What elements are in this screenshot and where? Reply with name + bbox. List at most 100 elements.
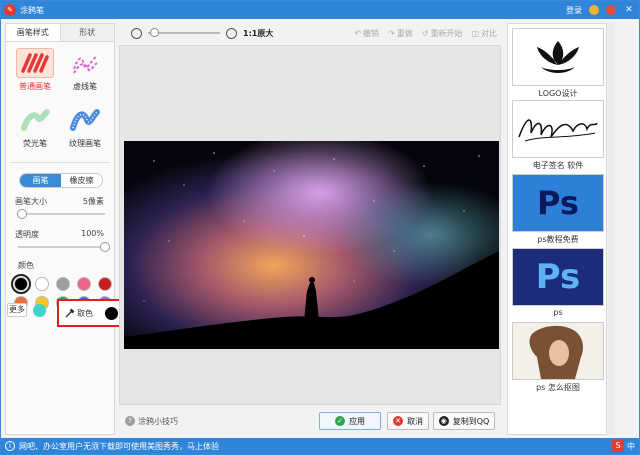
tips-link[interactable]: ? 涂鸦小技巧	[125, 416, 178, 427]
restart-label: 重新开始	[430, 28, 463, 38]
apply-label: 应用	[349, 416, 365, 426]
divider	[10, 162, 110, 163]
mode-toggle: 画笔 橡皮擦	[19, 173, 103, 188]
brush-size-row: 画笔大小 5像素	[15, 196, 104, 207]
signature-image	[512, 100, 604, 158]
status-message[interactable]: 网吧、办公室用户无须下载即可使用美图秀秀，马上体验	[19, 441, 219, 452]
portrait-image	[512, 322, 604, 380]
opacity-value: 100%	[81, 229, 104, 238]
tab-shape[interactable]: 形状	[60, 24, 114, 41]
compare-button[interactable]: ◫ 对比	[471, 28, 497, 39]
login-link[interactable]: 登录	[566, 5, 582, 16]
redo-label: 重做	[396, 28, 413, 38]
restart-button[interactable]: ↺ 重新开始	[422, 28, 463, 39]
status-bar: i 网吧、办公室用户无须下载即可使用美图秀秀，马上体验 S 中	[1, 438, 639, 454]
sogou-icon: S	[612, 440, 624, 452]
ime-mode-label: 中	[627, 441, 635, 451]
ad-card[interactable]: Ps ps教程免费	[512, 174, 604, 245]
ad-caption: ps	[553, 308, 563, 317]
brush-texture[interactable]: 纹理画笔	[62, 105, 108, 158]
ad-card[interactable]: Ps ps	[512, 248, 604, 317]
tab-brush-style[interactable]: 画笔样式	[6, 24, 61, 41]
galaxy-photo[interactable]	[124, 141, 499, 349]
color-swatch[interactable]	[11, 274, 31, 294]
ad-card[interactable]: LOGO设计	[512, 28, 604, 99]
zoom-in-icon[interactable]	[226, 27, 237, 39]
opacity-label: 透明度	[15, 230, 39, 239]
color-swatch[interactable]	[77, 277, 91, 291]
brush-size-slider[interactable]	[17, 209, 105, 219]
check-icon: ✓	[335, 416, 345, 426]
cancel-label: 取消	[407, 416, 423, 426]
custom-color-swatch[interactable]	[33, 303, 46, 317]
zoom-out-icon[interactable]	[131, 27, 142, 39]
ime-indicator[interactable]: S 中	[612, 440, 635, 452]
ad-caption: ps 怎么抠图	[536, 383, 580, 392]
undo-icon: ↶	[354, 28, 362, 38]
color-swatch[interactable]	[35, 277, 49, 291]
texture-brush-icon	[66, 105, 104, 135]
help-icon: ?	[125, 416, 135, 426]
color-picker-box[interactable]: 取色	[57, 299, 123, 327]
brush-label: 荧光笔	[23, 139, 47, 148]
color-section-title: 颜色	[18, 261, 34, 270]
opacity-slider[interactable]	[18, 242, 110, 252]
highlighter-brush-icon	[16, 105, 54, 135]
compare-icon: ◫	[471, 28, 479, 38]
copy-to-qq-button[interactable]: ◉ 复制到QQ	[433, 412, 495, 430]
ad-card[interactable]: 电子签名 软件	[512, 100, 604, 171]
mode-eraser[interactable]: 橡皮擦	[61, 174, 102, 187]
undo-button[interactable]: ↶ 撤销	[354, 28, 379, 39]
panel-tabs: 画笔样式 形状	[6, 24, 114, 42]
redo-button[interactable]: ↷ 重做	[388, 28, 413, 39]
editor-footer: ? 涂鸦小技巧 ✓ 应用 ✕ 取消 ◉ 复制到QQ	[119, 407, 501, 435]
brush-dashed[interactable]: 虚线笔	[62, 48, 108, 101]
title-bar: ✎ 涂鸦笔 登录 ✕	[1, 1, 639, 19]
color-swatch[interactable]	[98, 277, 112, 291]
compare-label: 对比	[481, 28, 497, 38]
dashed-brush-icon	[66, 48, 104, 78]
brush-label: 普通画笔	[19, 82, 51, 91]
weibo-icon[interactable]	[606, 5, 616, 15]
brush-size-knob[interactable]	[17, 209, 28, 219]
restart-icon: ↺	[421, 28, 429, 38]
picked-color-swatch	[105, 306, 118, 320]
picker-label: 取色	[77, 308, 93, 318]
cancel-button[interactable]: ✕ 取消	[387, 412, 429, 430]
canvas[interactable]	[119, 45, 501, 405]
ad-card[interactable]: ps 怎么抠图	[512, 322, 604, 393]
tips-label: 涂鸦小技巧	[138, 416, 178, 426]
copy-label: 复制到QQ	[452, 416, 490, 426]
apply-button[interactable]: ✓ 应用	[319, 412, 381, 430]
ad-panel: LOGO设计 电子签名 软件 Ps ps教程免费 Ps ps ps 怎么抠图	[507, 23, 607, 435]
more-colors-row: 更多	[7, 303, 46, 317]
undo-label: 撤销	[363, 28, 380, 38]
more-colors-button[interactable]: 更多	[7, 303, 27, 317]
normal-brush-icon	[16, 48, 54, 78]
brush-label: 虚线笔	[73, 82, 97, 91]
zoom-knob[interactable]	[150, 28, 159, 37]
brush-normal[interactable]: 普通画笔	[12, 48, 58, 101]
cancel-icon: ✕	[393, 416, 403, 426]
editor-toolbar: 1:1原大 ↶ 撤销 ↷ 重做 ↺ 重新开始 ◫ 对比	[119, 23, 501, 43]
lotus-logo-image	[512, 28, 604, 86]
qq-icon: ◉	[438, 416, 449, 426]
brush-grid: 普通画笔 虚线笔 荧光笔 纹理画笔	[6, 42, 114, 162]
zoom-slider[interactable]	[148, 28, 220, 37]
mode-brush[interactable]: 画笔	[20, 174, 61, 187]
photoshop-logo-image: Ps	[512, 174, 604, 232]
close-icon[interactable]: ✕	[623, 4, 635, 16]
window-title: 涂鸦笔	[20, 5, 44, 15]
ad-panel-scrollbar[interactable]	[608, 23, 615, 435]
zoom-level-text[interactable]: 1:1原大	[243, 28, 273, 39]
brush-highlighter[interactable]: 荧光笔	[12, 105, 58, 158]
redo-icon: ↷	[388, 28, 395, 38]
opacity-knob[interactable]	[100, 242, 110, 252]
brush-label: 纹理画笔	[69, 139, 101, 148]
opacity-row: 透明度 100%	[15, 229, 104, 240]
color-swatch[interactable]	[56, 277, 70, 291]
app-logo-icon: ✎	[4, 4, 16, 16]
user-avatar-icon[interactable]	[589, 5, 599, 15]
brush-size-value: 5像素	[82, 197, 104, 206]
app-window: ✎ 涂鸦笔 登录 ✕ 画笔样式 形状 普通画笔 虚线笔 荧光笔 纹理画笔 画笔 …	[0, 0, 640, 455]
